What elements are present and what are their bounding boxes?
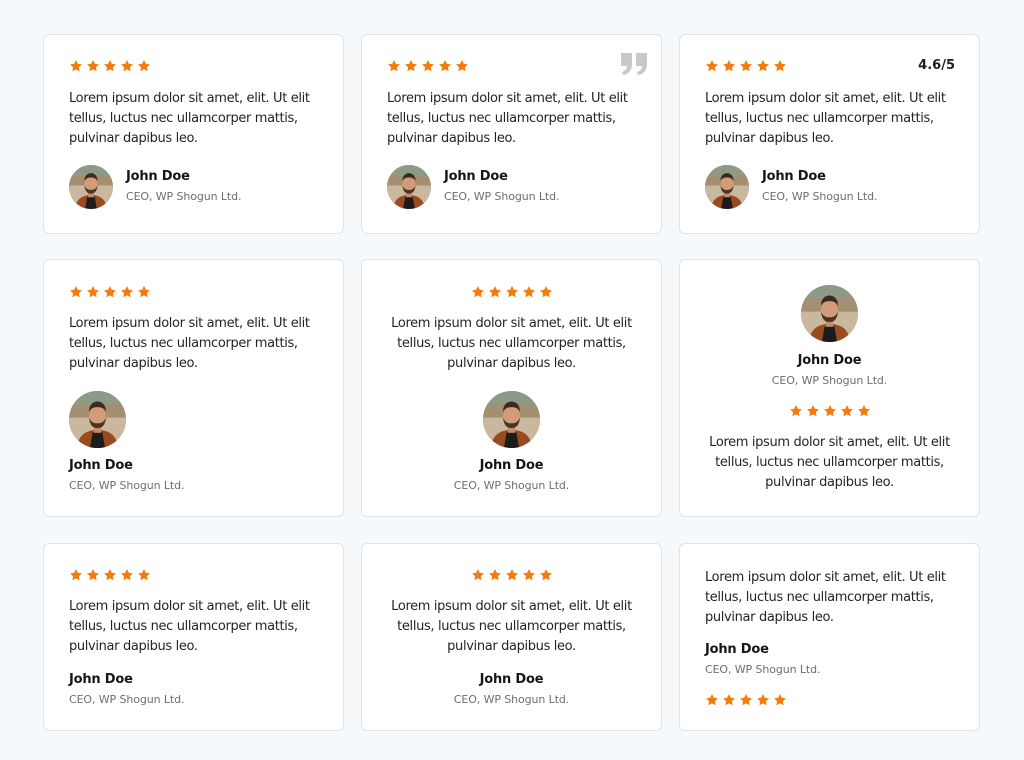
- author-name: John Doe: [69, 672, 133, 687]
- testimonial-card-6: John Doe CEO, WP Shogun Ltd. Lorem ipsum…: [679, 259, 980, 517]
- star-icon: [522, 568, 536, 582]
- author-role: CEO, WP Shogun Ltd.: [444, 190, 560, 203]
- testimonial-text: Lorem ipsum dolor sit amet, elit. Ut eli…: [69, 316, 310, 371]
- author-role: CEO, WP Shogun Ltd.: [453, 479, 570, 492]
- star-icon: [86, 59, 100, 73]
- testimonial-card-9: Lorem ipsum dolor sit amet, elit. Ut eli…: [679, 543, 980, 731]
- avatar: [801, 285, 858, 342]
- star-icon: [137, 285, 151, 299]
- star-icon: [773, 693, 787, 707]
- testimonial-card-1: Lorem ipsum dolor sit amet, elit. Ut eli…: [43, 34, 344, 234]
- testimonial-text: Lorem ipsum dolor sit amet, elit. Ut eli…: [705, 91, 946, 146]
- star-icon: [103, 285, 117, 299]
- testimonial-card-7: Lorem ipsum dolor sit amet, elit. Ut eli…: [43, 543, 344, 731]
- star-icon: [739, 59, 753, 73]
- testimonial-text: Lorem ipsum dolor sit amet, elit. Ut eli…: [705, 570, 946, 625]
- star-icon: [421, 59, 435, 73]
- testimonial-card-4: Lorem ipsum dolor sit amet, elit. Ut eli…: [43, 259, 344, 517]
- author-role: CEO, WP Shogun Ltd.: [771, 374, 888, 387]
- star-icon: [69, 568, 83, 582]
- star-icon: [505, 285, 519, 299]
- star-icon: [722, 59, 736, 73]
- star-icon: [120, 285, 134, 299]
- testimonial-card-3: 4.6/5 Lorem ipsum dolor sit amet, elit. …: [679, 34, 980, 234]
- author-name: John Doe: [444, 169, 508, 184]
- testimonial-text: Lorem ipsum dolor sit amet, elit. Ut eli…: [69, 599, 310, 654]
- star-icon: [840, 404, 854, 418]
- star-icon: [739, 693, 753, 707]
- testimonial-card-8: Lorem ipsum dolor sit amet, elit. Ut eli…: [361, 543, 662, 731]
- testimonial-text: Lorem ipsum dolor sit amet, elit. Ut eli…: [709, 435, 950, 490]
- testimonial-text: Lorem ipsum dolor sit amet, elit. Ut eli…: [69, 91, 310, 146]
- author-role: CEO, WP Shogun Ltd.: [69, 693, 185, 706]
- quote-icon: [621, 53, 647, 75]
- star-icon: [137, 59, 151, 73]
- author-role: CEO, WP Shogun Ltd.: [762, 190, 878, 203]
- star-icon: [120, 59, 134, 73]
- star-icon: [722, 693, 736, 707]
- star-icon: [806, 404, 820, 418]
- testimonial-text: Lorem ipsum dolor sit amet, elit. Ut eli…: [391, 599, 632, 654]
- star-icon: [120, 568, 134, 582]
- author-role: CEO, WP Shogun Ltd.: [69, 479, 185, 492]
- star-rating: [471, 568, 553, 582]
- star-icon: [505, 568, 519, 582]
- avatar: [69, 165, 113, 209]
- avatar: [69, 391, 126, 448]
- star-rating: [471, 285, 553, 299]
- star-icon: [471, 568, 485, 582]
- author-name: John Doe: [126, 169, 190, 184]
- star-icon: [705, 59, 719, 73]
- testimonial-card-5: Lorem ipsum dolor sit amet, elit. Ut eli…: [361, 259, 662, 517]
- star-icon: [789, 404, 803, 418]
- star-icon: [756, 693, 770, 707]
- star-icon: [756, 59, 770, 73]
- star-icon: [387, 59, 401, 73]
- star-rating: [789, 404, 871, 418]
- star-rating: [705, 693, 787, 707]
- star-icon: [857, 404, 871, 418]
- star-icon: [86, 285, 100, 299]
- star-icon: [539, 568, 553, 582]
- author-name: John Doe: [762, 169, 826, 184]
- star-icon: [471, 285, 485, 299]
- author-name: John Doe: [69, 458, 133, 473]
- star-rating: [69, 568, 151, 582]
- star-rating: [705, 59, 787, 73]
- rating-score: 4.6/5: [918, 58, 955, 73]
- star-icon: [86, 568, 100, 582]
- author-name: John Doe: [479, 458, 544, 473]
- star-icon: [69, 59, 83, 73]
- testimonial-text: Lorem ipsum dolor sit amet, elit. Ut eli…: [387, 91, 628, 146]
- author-name: John Doe: [797, 353, 862, 368]
- star-icon: [103, 568, 117, 582]
- star-icon: [539, 285, 553, 299]
- star-rating: [387, 59, 469, 73]
- star-icon: [773, 59, 787, 73]
- avatar: [387, 165, 431, 209]
- star-rating: [69, 285, 151, 299]
- star-icon: [137, 568, 151, 582]
- star-icon: [488, 568, 502, 582]
- star-icon: [69, 285, 83, 299]
- avatar: [483, 391, 540, 448]
- star-rating: [69, 59, 151, 73]
- star-icon: [455, 59, 469, 73]
- testimonial-text: Lorem ipsum dolor sit amet, elit. Ut eli…: [391, 316, 632, 371]
- star-icon: [823, 404, 837, 418]
- star-icon: [103, 59, 117, 73]
- author-name: John Doe: [479, 672, 544, 687]
- avatar: [705, 165, 749, 209]
- star-icon: [488, 285, 502, 299]
- star-icon: [404, 59, 418, 73]
- author-name: John Doe: [705, 642, 769, 657]
- author-role: CEO, WP Shogun Ltd.: [453, 693, 570, 706]
- author-role: CEO, WP Shogun Ltd.: [126, 190, 242, 203]
- testimonial-card-2: Lorem ipsum dolor sit amet, elit. Ut eli…: [361, 34, 662, 234]
- star-icon: [522, 285, 536, 299]
- star-icon: [705, 693, 719, 707]
- author-role: CEO, WP Shogun Ltd.: [705, 663, 821, 676]
- star-icon: [438, 59, 452, 73]
